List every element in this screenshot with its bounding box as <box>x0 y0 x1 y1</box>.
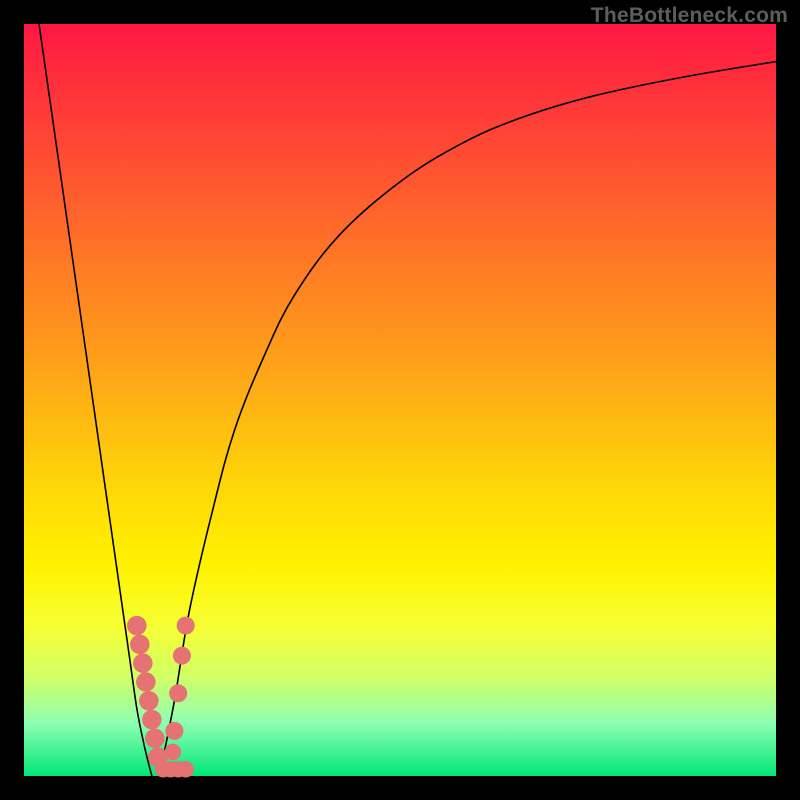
curves-svg <box>24 24 776 776</box>
data-marker <box>142 710 162 730</box>
data-marker <box>173 647 191 665</box>
data-marker <box>177 617 195 635</box>
watermark-label: TheBottleneck.com <box>591 4 788 28</box>
data-marker <box>165 744 182 761</box>
data-marker <box>136 672 156 692</box>
plot-area <box>24 24 776 776</box>
data-marker <box>130 635 150 655</box>
data-marker <box>145 729 165 749</box>
data-marker <box>165 722 183 740</box>
curve-right <box>159 62 776 776</box>
chart-stage: TheBottleneck.com <box>0 0 800 800</box>
data-marker <box>177 761 194 778</box>
data-marker <box>127 616 147 636</box>
data-marker <box>139 691 159 711</box>
data-marker <box>133 653 153 673</box>
data-marker <box>169 684 187 702</box>
